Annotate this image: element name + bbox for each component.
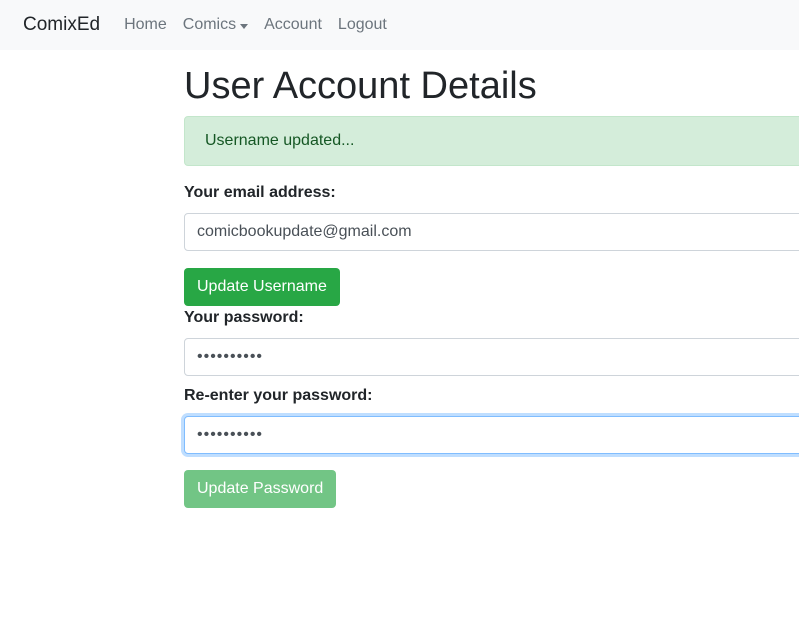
reenter-password-label: Re-enter your password: <box>184 387 373 404</box>
nav-home[interactable]: Home <box>124 16 167 34</box>
email-input[interactable] <box>184 213 799 251</box>
success-alert: Username updated... <box>184 116 799 166</box>
reenter-password-input[interactable] <box>184 416 799 454</box>
update-password-button[interactable]: Update Password <box>184 470 337 508</box>
nav-account-label: Account <box>264 16 322 33</box>
caret-down-icon <box>240 23 249 29</box>
navbar: ComixEd Home Comics Account Logout <box>0 0 799 50</box>
nav-logout[interactable]: Logout <box>338 16 387 34</box>
email-label: Your email address: <box>184 184 336 201</box>
nav-account[interactable]: Account <box>264 16 322 34</box>
password-input[interactable] <box>184 338 799 376</box>
nav-home-label: Home <box>124 16 167 33</box>
alert-message: Username updated... <box>205 132 355 149</box>
update-username-button[interactable]: Update Username <box>184 268 340 306</box>
nav-logout-label: Logout <box>337 16 387 33</box>
brand-link[interactable]: ComixEd <box>23 14 100 36</box>
page-title: User Account Details <box>184 65 537 107</box>
password-label: Your password: <box>184 309 304 326</box>
nav-comics-label: Comics <box>182 16 237 33</box>
nav-comics-dropdown[interactable]: Comics <box>182 16 249 34</box>
